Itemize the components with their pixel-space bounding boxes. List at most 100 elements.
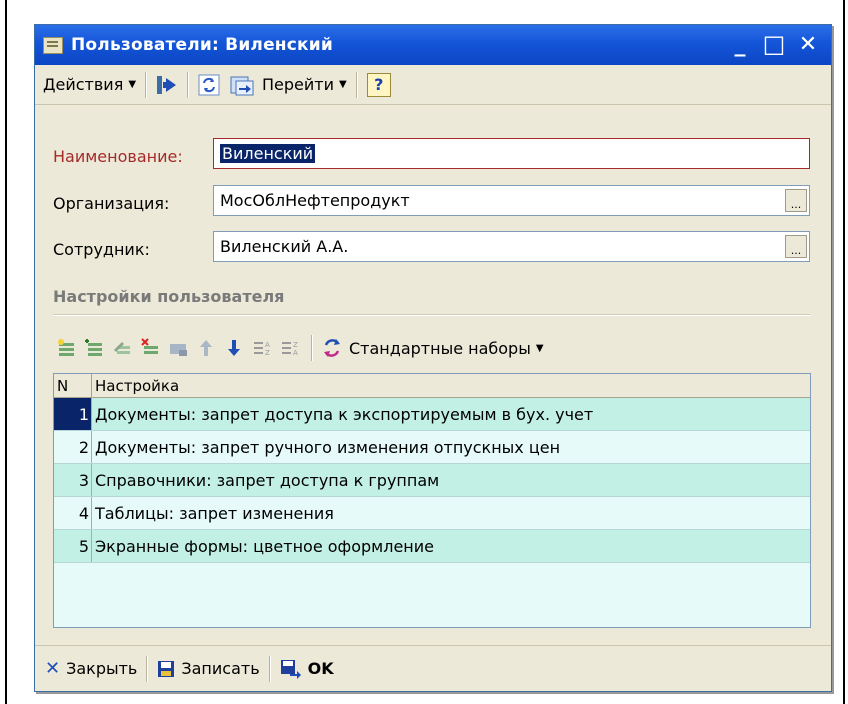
add-row-icon	[58, 339, 74, 356]
svg-text:Z: Z	[293, 341, 298, 349]
name-label: Наименование:	[53, 147, 183, 166]
ok-button[interactable]: OK	[280, 659, 334, 679]
table-header: N Настройка	[54, 374, 810, 398]
refresh-button[interactable]	[198, 74, 220, 96]
close-label: Закрыть	[66, 659, 138, 678]
column-header-n[interactable]: N	[54, 374, 92, 397]
grid-toolbar: A Z Z A Стандартные наборы ▼	[53, 333, 544, 363]
employee-field[interactable]: Виленский А.А. ...	[213, 231, 810, 262]
save-button[interactable]: Записать	[157, 659, 260, 678]
edit-row-button[interactable]	[109, 336, 135, 360]
delete-row-icon	[141, 338, 158, 354]
end-edit-icon	[170, 344, 187, 356]
help-button[interactable]: ?	[366, 72, 391, 97]
swap-arrows-icon	[324, 339, 340, 357]
toolbar-separator	[146, 655, 149, 682]
sort-descending-button[interactable]: Z A	[277, 336, 303, 360]
window-controls: _ □ ✕	[727, 30, 821, 58]
toolbar-separator	[268, 655, 271, 682]
employee-select-button[interactable]: ...	[785, 235, 807, 258]
minimize-button[interactable]: _	[727, 31, 753, 57]
section-divider	[53, 314, 810, 316]
table-row[interactable]: 1 Документы: запрет доступа к экспортиру…	[54, 398, 810, 431]
help-icon: ?	[374, 75, 384, 94]
name-field[interactable]: Виленский	[213, 138, 810, 169]
row-number-cell[interactable]: 4	[54, 497, 92, 529]
window-title: Пользователи: Виленский	[71, 35, 333, 55]
user-settings-section-title: Настройки пользователя	[53, 287, 285, 306]
goto-icon-button[interactable]	[230, 74, 254, 96]
add-child-row-icon	[85, 339, 102, 356]
row-number-cell[interactable]: 5	[54, 530, 92, 562]
frame-right-border	[843, 0, 845, 704]
main-toolbar: Действия ▼ Перейти ▼ ?	[35, 65, 831, 105]
setting-cell[interactable]: Таблицы: запрет изменения	[92, 497, 810, 529]
refresh-icon	[198, 74, 220, 95]
toolbar-separator	[355, 71, 358, 98]
goto-menu-button[interactable]: Перейти ▼	[262, 75, 347, 94]
arrow-up-icon	[200, 340, 212, 356]
name-value: Виленский	[220, 144, 316, 163]
goto-menu-label: Перейти	[262, 75, 335, 94]
close-button[interactable]: ✕ Закрыть	[45, 658, 137, 679]
add-row-button[interactable]	[53, 336, 79, 360]
bottom-toolbar: ✕ Закрыть Записать OK	[35, 645, 831, 691]
row-number-cell[interactable]: 3	[54, 464, 92, 496]
toolbar-separator	[187, 71, 190, 98]
delete-row-button[interactable]	[137, 336, 163, 360]
user-form-window: Пользователи: Виленский _ □ ✕ Действия ▼	[34, 24, 832, 692]
actions-menu-button[interactable]: Действия ▼	[43, 75, 136, 94]
edit-row-icon	[114, 342, 130, 354]
save-label: Записать	[181, 659, 260, 678]
table-row[interactable]: 3 Справочники: запрет доступа к группам	[54, 464, 810, 497]
row-number-cell[interactable]: 2	[54, 431, 92, 463]
employee-label: Сотрудник:	[53, 240, 150, 259]
close-x-icon: ✕	[45, 658, 61, 679]
form-icon	[43, 36, 63, 54]
frame-left-border	[5, 0, 7, 704]
move-up-button[interactable]	[193, 336, 219, 360]
exit-arrow-icon	[157, 75, 177, 94]
goto-window-icon	[230, 76, 254, 95]
organization-value: МосОблНефтепродукт	[220, 191, 410, 210]
setting-cell[interactable]: Документы: запрет ручного изменения отпу…	[92, 431, 810, 463]
chevron-down-icon: ▼	[128, 79, 137, 90]
table-row[interactable]: 4 Таблицы: запрет изменения	[54, 497, 810, 530]
standard-sets-icon-button[interactable]	[319, 336, 345, 360]
end-edit-button[interactable]	[165, 336, 191, 360]
user-settings-table: N Настройка 1 Документы: запрет доступа …	[53, 373, 811, 628]
standard-sets-menu-button[interactable]: Стандартные наборы ▼	[349, 339, 544, 358]
column-header-setting[interactable]: Настройка	[92, 374, 810, 397]
svg-text:A: A	[293, 349, 298, 357]
chevron-down-icon: ▼	[339, 79, 347, 90]
svg-text:A: A	[265, 341, 270, 349]
sort-ascending-icon: A Z	[254, 341, 270, 357]
add-child-row-button[interactable]	[81, 336, 107, 360]
table-row[interactable]: 2 Документы: запрет ручного изменения от…	[54, 431, 810, 464]
sort-ascending-button[interactable]: A Z	[249, 336, 275, 360]
save-and-close-icon	[280, 659, 301, 679]
table-row[interactable]: 5 Экранные формы: цветное оформление	[54, 530, 810, 563]
move-down-button[interactable]	[221, 336, 247, 360]
setting-cell[interactable]: Экранные формы: цветное оформление	[92, 530, 810, 562]
maximize-button[interactable]: □	[761, 30, 787, 58]
setting-cell[interactable]: Документы: запрет доступа к экспортируем…	[92, 398, 810, 430]
floppy-disk-icon	[158, 660, 175, 677]
sort-descending-icon: Z A	[282, 341, 298, 357]
chevron-down-icon: ▼	[535, 342, 544, 354]
organization-select-button[interactable]: ...	[785, 189, 807, 212]
toolbar-separator	[311, 335, 313, 361]
arrow-down-icon	[228, 340, 240, 356]
setting-cell[interactable]: Справочники: запрет доступа к группам	[92, 464, 810, 496]
row-number-cell[interactable]: 1	[54, 398, 92, 430]
standard-sets-label: Стандартные наборы	[349, 338, 531, 358]
svg-text:Z: Z	[265, 349, 270, 357]
organization-field[interactable]: МосОблНефтепродукт ...	[213, 185, 810, 216]
actions-menu-label: Действия	[43, 75, 124, 94]
organization-label: Организация:	[53, 194, 170, 213]
ok-label: OK	[307, 659, 334, 678]
save-and-close-button[interactable]	[156, 75, 178, 95]
close-window-button[interactable]: ✕	[795, 31, 821, 57]
employee-value: Виленский А.А.	[220, 237, 349, 256]
toolbar-separator	[145, 71, 148, 98]
